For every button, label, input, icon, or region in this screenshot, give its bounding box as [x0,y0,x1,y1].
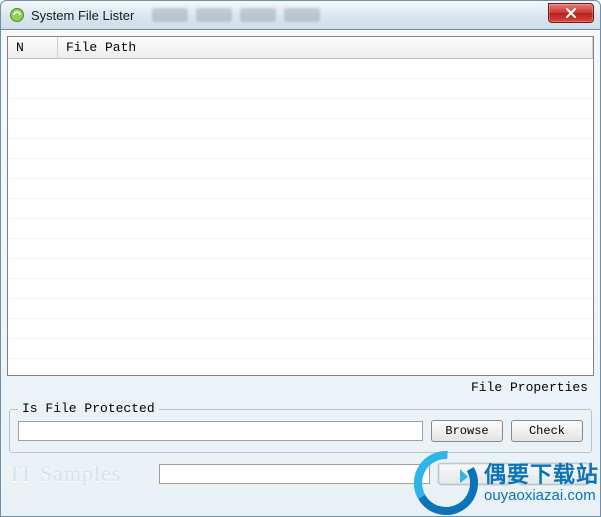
groupbox-legend: Is File Protected [18,401,159,416]
window-title: System File Lister [31,8,134,23]
bottom-input[interactable] [159,464,430,484]
list-body[interactable] [8,59,593,375]
titlebar: System File Lister [0,0,601,30]
is-file-protected-group: Is File Protected Browse Check [9,409,592,453]
bottom-button-2[interactable] [518,463,590,485]
column-header-n[interactable]: N [8,37,58,58]
protected-path-input[interactable] [18,421,423,441]
column-header-path[interactable]: File Path [58,37,593,58]
check-button[interactable]: Check [511,420,583,442]
file-list[interactable]: N File Path [7,36,594,376]
close-button[interactable] [548,3,594,23]
client-area: N File Path File Properties Is File Prot… [0,30,601,517]
brand-text: IT Samples [11,461,151,487]
bottom-button-1[interactable] [438,463,510,485]
bottom-strip: IT Samples [7,455,594,487]
list-header: N File Path [8,37,593,59]
close-icon [565,8,577,18]
browse-button[interactable]: Browse [431,420,503,442]
app-icon [9,7,25,23]
titlebar-blurred-items [152,8,320,22]
